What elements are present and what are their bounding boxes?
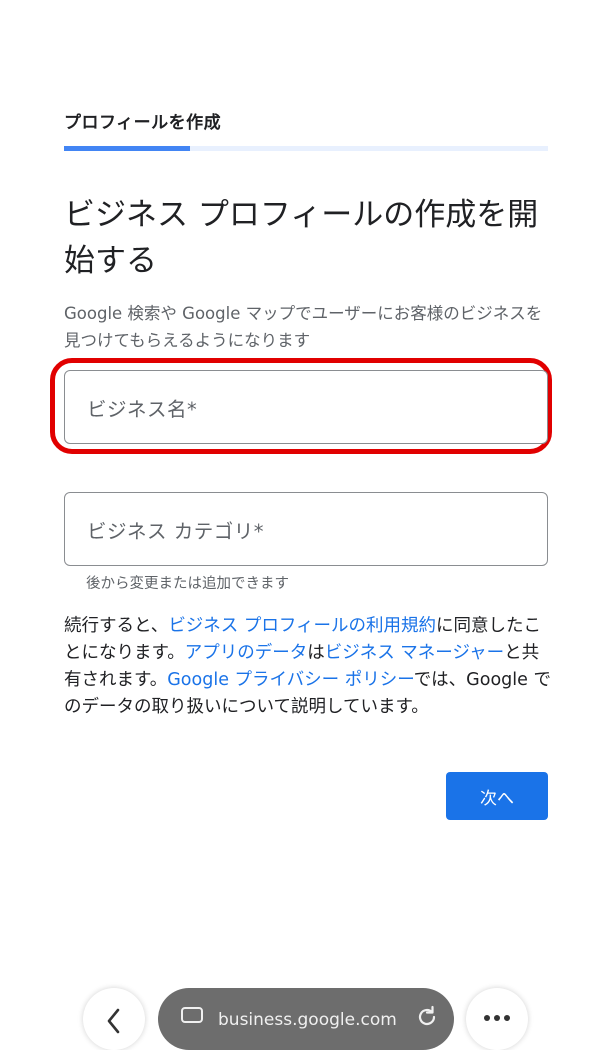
tab-icon — [181, 1007, 203, 1023]
business-name-input[interactable]: ビジネス名* — [64, 370, 548, 444]
reload-icon[interactable] — [414, 1004, 440, 1030]
more-icon — [484, 1015, 510, 1021]
page-header-title: プロフィールを作成 — [64, 113, 222, 133]
legal-text-part: 続行すると、 — [64, 616, 169, 636]
back-icon — [107, 1008, 120, 1034]
business-category-input[interactable]: ビジネス カテゴリ* — [64, 492, 548, 566]
privacy-policy-link[interactable]: Google プライバシー ポリシー — [167, 670, 413, 690]
business-category-placeholder: ビジネス カテゴリ* — [87, 519, 264, 543]
progress-bar — [64, 146, 548, 151]
url-text: business.google.com — [218, 1010, 397, 1030]
more-menu-button[interactable] — [466, 988, 528, 1050]
back-button[interactable] — [83, 988, 145, 1050]
business-manager-link[interactable]: ビジネス マネージャー — [325, 643, 504, 663]
url-bar[interactable]: business.google.com — [158, 988, 454, 1050]
page-subtitle: Google 検索や Google マップでユーザーにお客様のビジネスを見つけて… — [64, 304, 543, 350]
terms-link[interactable]: ビジネス プロフィールの利用規約 — [168, 616, 436, 636]
page-title: ビジネス プロフィールの作成を開始する — [64, 197, 539, 279]
legal-text-part: は — [307, 643, 325, 663]
category-helper-text: 後から変更または追加できます — [86, 576, 289, 592]
business-name-placeholder: ビジネス名* — [87, 397, 198, 421]
next-button[interactable]: 次へ — [446, 772, 548, 820]
progress-bar-fill — [64, 146, 190, 151]
legal-text: 続行すると、ビジネス プロフィールの利用規約に同意したことになります。アプリのデ… — [64, 613, 552, 721]
app-data-link[interactable]: アプリのデータ — [185, 643, 308, 663]
